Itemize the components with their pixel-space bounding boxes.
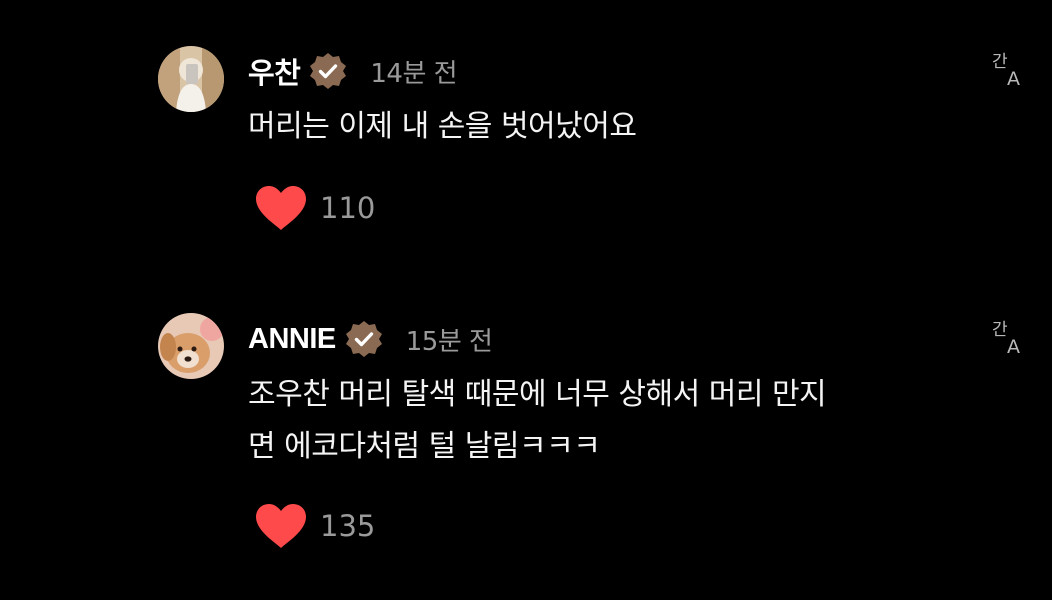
comment-timestamp: 14분 전 xyxy=(370,58,458,89)
comment-text-line: 면 에코다처럼 털 날림ㅋㅋㅋ xyxy=(248,429,601,464)
verified-badge-icon xyxy=(344,319,384,359)
heart-icon[interactable] xyxy=(254,184,308,232)
comment-text: 머리는 이제 내 손을 벗어났어요 xyxy=(248,109,637,144)
svg-text:A: A xyxy=(1007,68,1020,88)
like-count: 135 xyxy=(320,509,376,543)
svg-text:A: A xyxy=(1007,336,1020,356)
username[interactable]: 우찬 xyxy=(248,50,301,92)
verified-badge-icon xyxy=(308,51,348,91)
user-avatar[interactable] xyxy=(158,313,224,379)
username[interactable]: ANNIE xyxy=(248,323,336,356)
like-count: 110 xyxy=(320,191,376,225)
comment-header: ANNIE 15분 전 xyxy=(248,319,493,359)
comment-text-line: 조우찬 머리 탈색 때문에 너무 상해서 머리 만지 xyxy=(248,377,827,412)
comment-text: 조우찬 머리 탈색 때문에 너무 상해서 머리 만지 면 에코다처럼 털 날림ㅋ… xyxy=(248,369,968,473)
user-avatar[interactable] xyxy=(158,46,224,112)
heart-icon[interactable] xyxy=(254,502,308,550)
like-row: 135 xyxy=(254,500,375,552)
svg-text:간: 간 xyxy=(992,52,1008,72)
svg-text:간: 간 xyxy=(992,320,1008,340)
dog-photo-avatar-icon xyxy=(158,313,224,379)
translate-icon[interactable]: 간 A xyxy=(990,316,1030,358)
comment-header: 우찬 14분 전 xyxy=(248,50,458,92)
comment-timestamp: 15분 전 xyxy=(405,326,493,357)
translate-icon[interactable]: 간 A xyxy=(990,48,1030,90)
person-photo-avatar-icon xyxy=(158,46,224,112)
like-row: 110 xyxy=(254,182,375,234)
